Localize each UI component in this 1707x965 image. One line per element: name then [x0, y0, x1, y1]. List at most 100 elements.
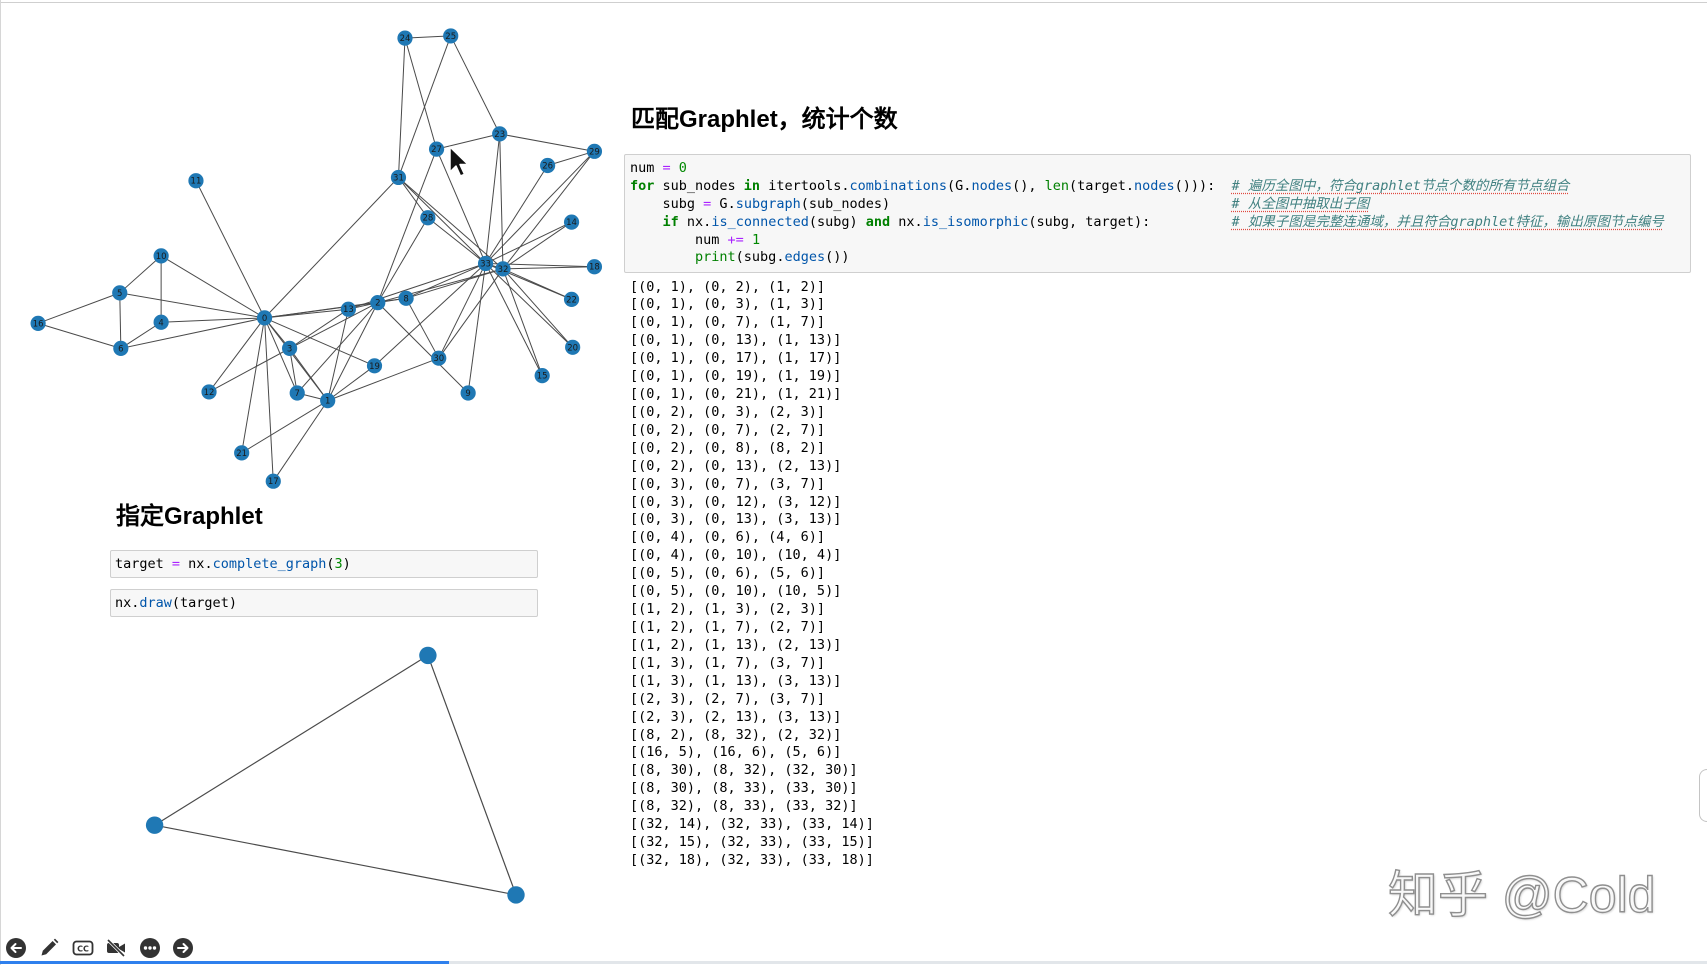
- output-line: [(0, 1), (0, 7), (1, 7)]: [630, 314, 826, 331]
- cc-icon[interactable]: CC: [72, 937, 94, 959]
- graph-node-label: 23: [494, 130, 505, 140]
- graph-edge: [241, 400, 328, 454]
- code-property: subgraph: [735, 195, 801, 212]
- code-cell-define-target[interactable]: target = nx.complete_graph(3): [110, 550, 538, 578]
- code-cell-draw-target[interactable]: nx.draw(target): [110, 589, 538, 617]
- code-token: ()): [825, 249, 850, 266]
- playback-progress-bar[interactable]: [0, 961, 1707, 964]
- code-builtin: len: [1044, 177, 1069, 194]
- graph-node-label: 14: [566, 218, 577, 228]
- graph-node-label: 32: [498, 265, 509, 275]
- graph-node-label: 25: [445, 32, 456, 42]
- code-token: (),: [1012, 177, 1045, 194]
- code-token: nx: [115, 595, 132, 611]
- graph-edge: [241, 317, 266, 453]
- graph-node-label: 6: [118, 344, 123, 354]
- output-line: [(0, 5), (0, 6), (5, 6)]: [630, 565, 826, 582]
- graph-node-label: 4: [158, 318, 163, 328]
- output-line: [(0, 4), (0, 10), (10, 4)]: [630, 547, 842, 564]
- target-graph-node: [507, 886, 525, 904]
- output-line: [(32, 14), (32, 33), (33, 14)]: [630, 816, 874, 833]
- output-line: [(0, 1), (0, 13), (1, 13)]: [630, 332, 842, 349]
- output-line: [(8, 30), (8, 33), (33, 30)]: [630, 780, 858, 797]
- graph-node-label: 0: [262, 314, 267, 324]
- graph-edge: [405, 263, 486, 299]
- code-token: .: [727, 195, 736, 212]
- graph-edge: [289, 308, 349, 349]
- graph-edge: [404, 37, 438, 150]
- output-line: [(16, 5), (16, 6), (5, 6)]: [630, 744, 842, 761]
- code-property: is_isomorphic: [922, 213, 1029, 230]
- graph-edge: [502, 266, 595, 270]
- graph-edge: [427, 217, 486, 264]
- cc-label: CC: [77, 944, 89, 953]
- output-line: [(1, 2), (1, 7), (2, 7)]: [630, 619, 826, 636]
- output-line: [(0, 5), (0, 10), (10, 5)]: [630, 583, 842, 600]
- code-line: if nx.is_connected(subg) and nx.is_isomo…: [630, 214, 1690, 232]
- graph-edge: [499, 133, 595, 152]
- code-property: draw: [139, 595, 172, 611]
- code-token: sub_nodes: [654, 177, 744, 194]
- watermark: 知乎 @Cold: [1387, 866, 1656, 923]
- code-builtin: print: [695, 249, 736, 266]
- output-line: [(2, 3), (2, 7), (3, 7)]: [630, 690, 826, 707]
- code-token: target: [115, 556, 172, 572]
- graph-edge: [272, 400, 329, 482]
- pen-icon[interactable]: [38, 937, 60, 959]
- code-number: 0: [678, 160, 687, 176]
- graph-edge: [327, 357, 439, 402]
- graph-edge: [348, 262, 486, 310]
- output-line: [(0, 1), (0, 2), (1, 2)]: [630, 278, 826, 295]
- code-cell-count-graphlets[interactable]: num = 0 for sub_nodes in itertools.combin…: [624, 154, 1691, 273]
- code-property: edges: [784, 249, 826, 266]
- graph-edge: [397, 35, 452, 178]
- more-icon[interactable]: [139, 937, 161, 959]
- next-icon[interactable]: [172, 937, 194, 959]
- graph-node-label: 24: [400, 34, 411, 44]
- cell-output-triangles: [(0, 1), (0, 2), (1, 2)] [(0, 1), (0, 3),…: [630, 279, 874, 870]
- code-operator: =: [662, 160, 671, 176]
- graph-node-label: 13: [343, 305, 354, 315]
- graph-edge: [264, 317, 274, 482]
- graph-node-label: 15: [537, 372, 548, 382]
- code-comment: # 从全图中抽取出子图: [1231, 195, 1370, 212]
- camera-off-icon[interactable]: [105, 937, 127, 959]
- output-line: [(0, 2), (0, 13), (2, 13)]: [630, 457, 842, 474]
- code-keyword: and: [865, 213, 891, 230]
- output-line: [(0, 2), (0, 3), (2, 3)]: [630, 403, 826, 420]
- output-line: [(8, 2), (8, 32), (2, 32)]: [630, 726, 842, 743]
- graph-edge: [377, 217, 429, 303]
- code-property: nodes: [971, 177, 1013, 194]
- graph-node-label: 8: [403, 294, 408, 304]
- target-graph-edge: [154, 824, 517, 896]
- output-line: [(0, 1), (0, 3), (1, 3)]: [630, 296, 826, 313]
- graph-edge: [208, 317, 265, 393]
- graph-node-label: 28: [422, 214, 433, 224]
- side-panel-handle[interactable]: [1699, 769, 1707, 822]
- graph-edge: [467, 263, 487, 394]
- graph-edge: [450, 35, 501, 135]
- code-property: is_connected: [711, 213, 809, 230]
- code-keyword: for: [630, 177, 655, 194]
- target-graph-node: [419, 646, 437, 665]
- output-line: [(0, 1), (0, 21), (1, 21)]: [630, 386, 842, 403]
- code-token: nx: [890, 213, 915, 230]
- code-property: complete_graph: [212, 556, 327, 572]
- graph-edge: [485, 263, 543, 376]
- graph-node-label: 21: [236, 449, 247, 459]
- playback-progress-fill: [0, 961, 449, 964]
- prev-icon[interactable]: [5, 937, 27, 959]
- code-token: num: [630, 160, 663, 176]
- code-operator: +=: [727, 231, 744, 248]
- graph-node-label: 2: [375, 299, 380, 309]
- code-token: nx: [180, 556, 205, 572]
- output-line: [(8, 30), (8, 32), (32, 30)]: [630, 762, 858, 779]
- graph-node-label: 19: [369, 362, 380, 372]
- code-property: combinations: [849, 177, 948, 194]
- graph-edge: [398, 177, 504, 270]
- code-operator: =: [171, 556, 181, 572]
